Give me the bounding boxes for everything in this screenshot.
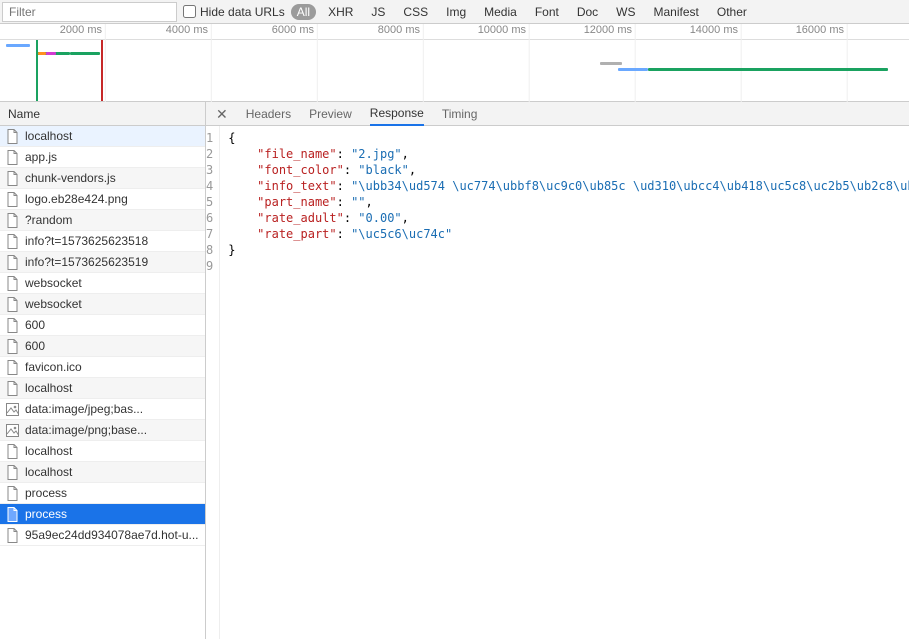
request-row[interactable]: info?t=1573625623518	[0, 231, 205, 252]
request-row[interactable]: ?random	[0, 210, 205, 231]
request-name: logo.eb28e424.png	[25, 192, 128, 206]
request-list-header[interactable]: Name	[0, 102, 205, 126]
detail-tabbar: ✕ Headers Preview Response Timing	[206, 102, 909, 126]
tl-bar	[618, 68, 648, 71]
request-row[interactable]: websocket	[0, 273, 205, 294]
request-name: ?random	[25, 213, 72, 227]
tick-16000: 16000 ms	[796, 24, 848, 36]
request-row[interactable]: websocket	[0, 294, 205, 315]
request-name: localhost	[25, 465, 72, 479]
request-row[interactable]: 600	[0, 336, 205, 357]
tab-timing[interactable]: Timing	[442, 103, 478, 125]
code-content: { "file_name": "2.jpg", "font_color": "b…	[220, 126, 909, 639]
request-row[interactable]: process	[0, 504, 205, 525]
tick-2000: 2000 ms	[60, 24, 106, 36]
timeline-ticks: 2000 ms 4000 ms 6000 ms 8000 ms 10000 ms…	[0, 24, 909, 40]
tick-4000: 4000 ms	[166, 24, 212, 36]
filter-img[interactable]: Img	[440, 4, 472, 20]
request-name: 95a9ec24dd934078ae7d.hot-u...	[25, 528, 199, 542]
request-row[interactable]: 95a9ec24dd934078ae7d.hot-u...	[0, 525, 205, 546]
response-body[interactable]: 123456789 { "file_name": "2.jpg", "font_…	[206, 126, 909, 639]
request-row[interactable]: 600	[0, 315, 205, 336]
request-rows: localhost app.js chunk-vendors.js logo.eb28…	[0, 126, 205, 546]
request-row[interactable]: localhost	[0, 462, 205, 483]
request-row[interactable]: app.js	[0, 147, 205, 168]
tab-response[interactable]: Response	[370, 102, 424, 126]
filter-input[interactable]	[2, 2, 177, 22]
close-icon[interactable]: ✕	[216, 107, 228, 121]
request-row[interactable]: localhost	[0, 378, 205, 399]
network-timeline[interactable]: 2000 ms 4000 ms 6000 ms 8000 ms 10000 ms…	[0, 24, 909, 102]
tick-8000: 8000 ms	[378, 24, 424, 36]
filter-media[interactable]: Media	[478, 4, 523, 20]
tl-bar	[648, 68, 888, 71]
tl-bar	[70, 52, 100, 55]
network-filter-toolbar: Hide data URLs All XHR JS CSS Img Media …	[0, 0, 909, 24]
hide-data-urls-input[interactable]	[183, 5, 196, 18]
request-row[interactable]: data:image/png;base...	[0, 420, 205, 441]
hide-data-urls-label: Hide data URLs	[200, 5, 285, 19]
request-name: websocket	[25, 297, 82, 311]
request-name: localhost	[25, 444, 72, 458]
request-row[interactable]: favicon.ico	[0, 357, 205, 378]
code-gutter: 123456789	[206, 126, 220, 639]
request-row[interactable]: chunk-vendors.js	[0, 168, 205, 189]
request-row[interactable]: logo.eb28e424.png	[0, 189, 205, 210]
request-name: websocket	[25, 276, 82, 290]
filter-ws[interactable]: WS	[610, 4, 641, 20]
tab-headers[interactable]: Headers	[246, 103, 291, 125]
request-row[interactable]: localhost	[0, 441, 205, 462]
timeline-body	[0, 40, 909, 101]
filter-font[interactable]: Font	[529, 4, 565, 20]
request-row[interactable]: data:image/jpeg;bas...	[0, 399, 205, 420]
filter-doc[interactable]: Doc	[571, 4, 604, 20]
filter-xhr[interactable]: XHR	[322, 4, 359, 20]
tab-preview[interactable]: Preview	[309, 103, 352, 125]
request-name: favicon.ico	[25, 360, 82, 374]
request-name: data:image/png;base...	[25, 423, 147, 437]
hide-data-urls-checkbox[interactable]: Hide data URLs	[183, 5, 285, 19]
tl-marker	[101, 40, 103, 101]
tl-bar	[6, 44, 30, 47]
request-row[interactable]: process	[0, 483, 205, 504]
request-name: process	[25, 486, 67, 500]
request-detail: ✕ Headers Preview Response Timing 123456…	[206, 102, 909, 639]
tl-bar	[600, 62, 622, 65]
request-name: 600	[25, 318, 45, 332]
network-main: Name localhost app.js chunk-vendors.js logo…	[0, 102, 909, 639]
request-row[interactable]: info?t=1573625623519	[0, 252, 205, 273]
tick-14000: 14000 ms	[690, 24, 742, 36]
request-name: localhost	[25, 381, 72, 395]
tl-bar	[46, 52, 56, 55]
request-row[interactable]: localhost	[0, 126, 205, 147]
request-name: process	[25, 507, 67, 521]
request-list: Name localhost app.js chunk-vendors.js logo…	[0, 102, 206, 639]
filter-css[interactable]: CSS	[397, 4, 434, 20]
request-name: localhost	[25, 129, 72, 143]
filter-js[interactable]: JS	[365, 4, 391, 20]
tl-marker	[36, 40, 38, 101]
filter-all[interactable]: All	[291, 4, 316, 20]
tick-12000: 12000 ms	[584, 24, 636, 36]
filter-manifest[interactable]: Manifest	[648, 4, 705, 20]
request-name: info?t=1573625623519	[25, 255, 148, 269]
tick-10000: 10000 ms	[478, 24, 530, 36]
request-name: data:image/jpeg;bas...	[25, 402, 143, 416]
request-name: app.js	[25, 150, 57, 164]
tick-6000: 6000 ms	[272, 24, 318, 36]
request-name: info?t=1573625623518	[25, 234, 148, 248]
tl-bar	[38, 52, 46, 55]
request-name: 600	[25, 339, 45, 353]
request-name: chunk-vendors.js	[25, 171, 116, 185]
filter-other[interactable]: Other	[711, 4, 753, 20]
